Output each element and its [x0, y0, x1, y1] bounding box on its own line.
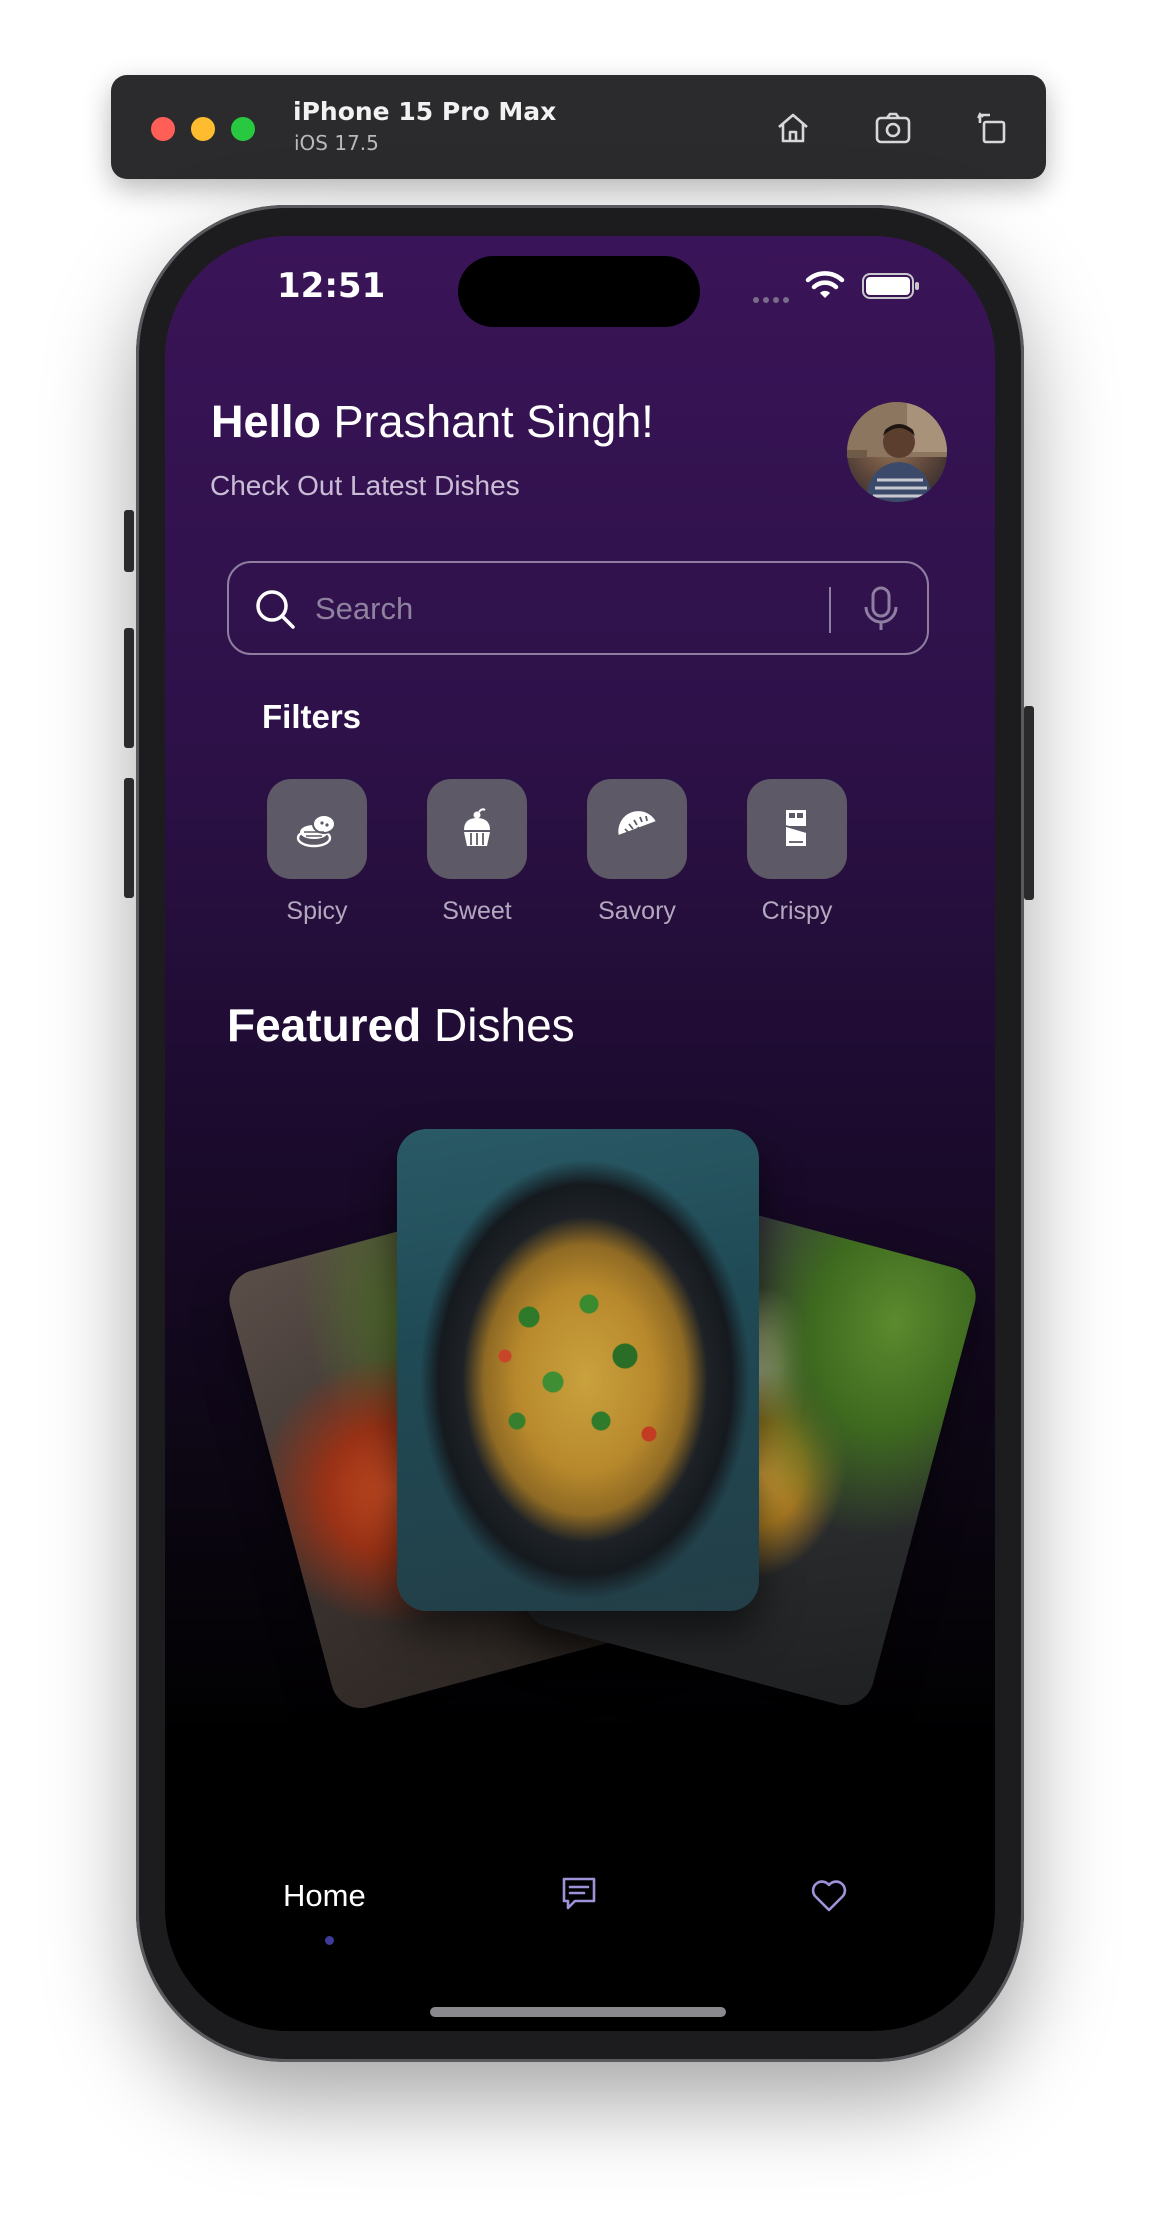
- filter-savory[interactable]: Savory: [582, 779, 692, 926]
- rotate-icon[interactable]: [968, 103, 1018, 153]
- featured-heading: Featured Dishes: [227, 998, 575, 1052]
- dish-card-center[interactable]: [397, 1129, 759, 1611]
- volume-down-button: [124, 778, 134, 898]
- home-indicator[interactable]: [430, 2007, 726, 2017]
- filter-spicy[interactable]: Spicy: [262, 779, 372, 926]
- home-icon[interactable]: [768, 103, 818, 153]
- avatar[interactable]: [847, 402, 947, 502]
- search-bar[interactable]: Search: [227, 561, 929, 655]
- greeting-subtitle: Check Out Latest Dishes: [210, 470, 520, 501]
- filter-tile[interactable]: [427, 779, 527, 879]
- heart-icon[interactable]: [809, 1876, 849, 1914]
- nav-home-tab[interactable]: Home: [283, 1878, 366, 1914]
- greeting-word: Hello: [211, 396, 322, 447]
- filter-tile[interactable]: [747, 779, 847, 879]
- microphone-icon[interactable]: [861, 585, 901, 633]
- status-time: 12:51: [277, 266, 386, 306]
- featured-heading-rest: Dishes: [434, 999, 575, 1051]
- chat-icon[interactable]: [559, 1874, 599, 1914]
- greeting-heading: Hello Prashant Singh!: [211, 396, 654, 448]
- filter-sweet[interactable]: Sweet: [422, 779, 532, 926]
- close-window-button[interactable]: [151, 117, 175, 141]
- signal-dots-icon: [753, 288, 793, 307]
- filter-tile[interactable]: [587, 779, 687, 879]
- dynamic-island: [458, 256, 700, 327]
- volume-up-button: [124, 628, 134, 748]
- filter-label: Sweet: [442, 897, 512, 925]
- search-icon: [256, 590, 295, 629]
- filter-crispy[interactable]: Crispy: [742, 779, 852, 926]
- simulator-toolbar: iPhone 15 Pro Max iOS 17.5: [111, 75, 1046, 179]
- filter-label: Spicy: [286, 897, 348, 925]
- os-version: iOS 17.5: [294, 131, 379, 155]
- nav-active-indicator: [325, 1936, 334, 1945]
- search-divider: [829, 587, 831, 633]
- chocolate-bar-icon: [785, 810, 807, 846]
- filters-title: Filters: [262, 698, 362, 735]
- gujiya-icon: [618, 811, 656, 838]
- zoom-window-button[interactable]: [231, 117, 255, 141]
- battery-icon: [862, 273, 919, 299]
- minimize-window-button[interactable]: [191, 117, 215, 141]
- action-button: [124, 510, 134, 572]
- dish-image: [457, 1239, 697, 1499]
- featured-heading-bold: Featured: [227, 999, 422, 1051]
- spicy-dish-icon: [296, 814, 336, 848]
- search-input[interactable]: Search: [315, 591, 413, 627]
- filter-label: Crispy: [761, 897, 833, 925]
- power-button: [1024, 706, 1034, 900]
- user-name: Prashant Singh!: [333, 396, 654, 447]
- wifi-icon: [805, 271, 845, 298]
- device-name: iPhone 15 Pro Max: [293, 97, 557, 126]
- app-screen: 12:51 Hello Prashant Singh! Check Out La…: [165, 236, 995, 2031]
- screenshot-icon[interactable]: [868, 103, 918, 153]
- filter-tile[interactable]: [267, 779, 367, 879]
- cupcake-icon: [464, 808, 490, 846]
- filter-label: Savory: [598, 897, 676, 925]
